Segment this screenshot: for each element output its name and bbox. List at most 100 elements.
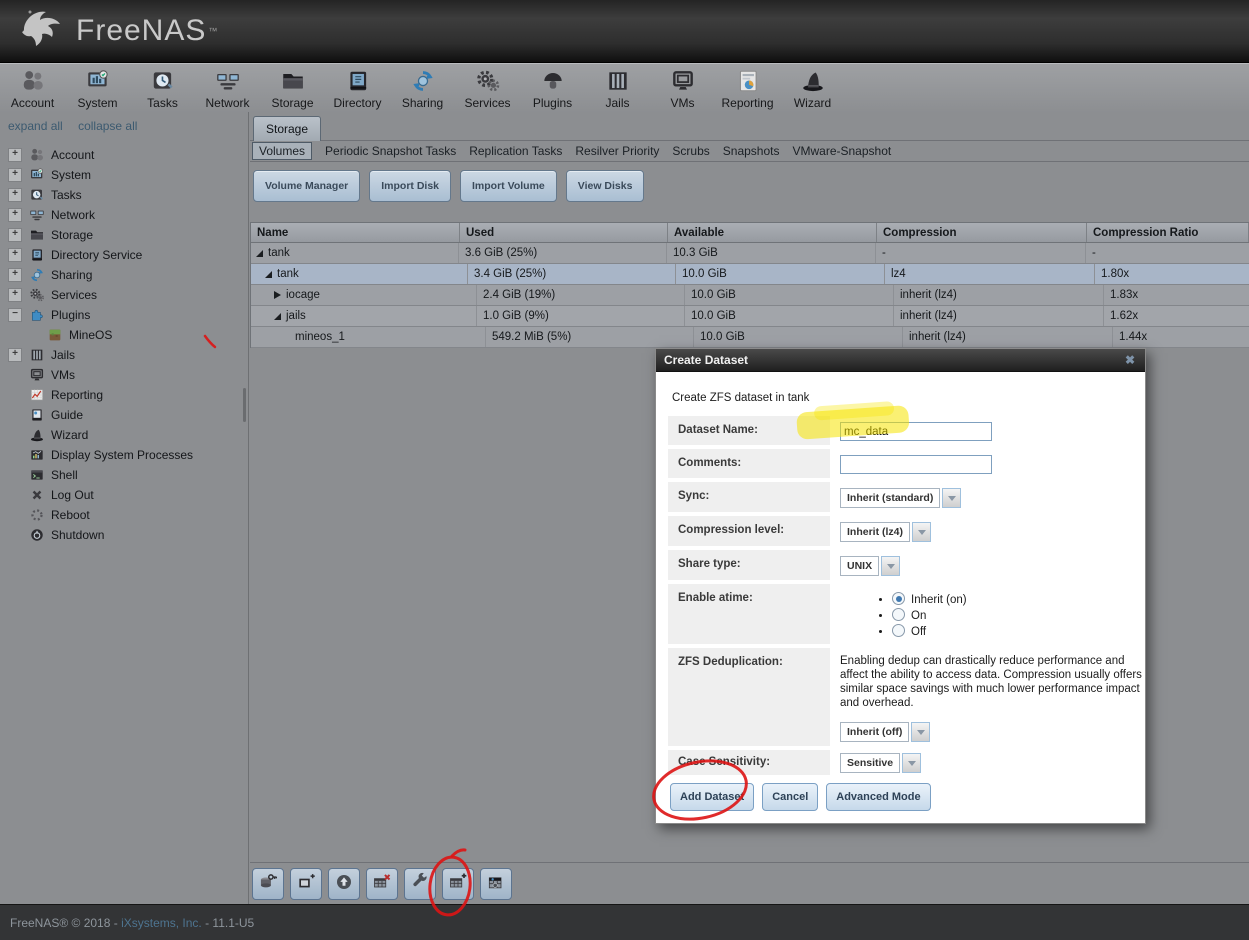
- sidebar-item-services[interactable]: +Services: [0, 285, 248, 305]
- ixsystems-link[interactable]: iXsystems, Inc.: [121, 916, 202, 930]
- subtab-volumes[interactable]: Volumes: [252, 142, 312, 160]
- sidebar-item-sharing[interactable]: +Sharing: [0, 265, 248, 285]
- sidebar-item-system[interactable]: +System: [0, 165, 248, 185]
- destroy-dataset-button[interactable]: [366, 868, 398, 900]
- subtab-scrubs[interactable]: Scrubs: [672, 144, 709, 158]
- radio-on[interactable]: [892, 608, 905, 621]
- column-header-available[interactable]: Available: [668, 223, 877, 242]
- toolbar-item-directory[interactable]: Directory: [325, 64, 390, 115]
- sidebar-item-network[interactable]: +Network: [0, 205, 248, 225]
- compression-dropdown[interactable]: Inherit (lz4): [840, 522, 931, 542]
- expand-plus-icon[interactable]: +: [8, 168, 22, 182]
- sidebar-scrollbar-thumb[interactable]: [243, 388, 246, 422]
- dialog-close-icon[interactable]: ✖: [1125, 353, 1135, 367]
- view-disks-button[interactable]: View Disks: [566, 170, 645, 202]
- advanced-mode-button[interactable]: Advanced Mode: [826, 783, 930, 811]
- toolbar-item-wizard[interactable]: Wizard: [780, 64, 845, 115]
- toolbar-item-jails[interactable]: Jails: [585, 64, 650, 115]
- expand-plus-icon[interactable]: +: [8, 268, 22, 282]
- subtab-periodic-snapshot-tasks[interactable]: Periodic Snapshot Tasks: [325, 144, 456, 158]
- case-sensitivity-dropdown-button[interactable]: [902, 753, 921, 773]
- expand-plus-icon[interactable]: +: [8, 208, 22, 222]
- tree-expanded-icon[interactable]: [274, 313, 281, 320]
- subtab-replication-tasks[interactable]: Replication Tasks: [469, 144, 562, 158]
- tree-expanded-icon[interactable]: [256, 250, 263, 257]
- snapshot-plus-button[interactable]: [290, 868, 322, 900]
- sidebar-item-shell[interactable]: Shell: [0, 465, 248, 485]
- add-dataset-button[interactable]: Add Dataset: [670, 783, 754, 811]
- radio-inherit-on[interactable]: [892, 592, 905, 605]
- toolbar-item-system[interactable]: System: [65, 64, 130, 115]
- toolbar-item-network[interactable]: Network: [195, 64, 260, 115]
- sidebar-item-reporting[interactable]: Reporting: [0, 385, 248, 405]
- volume-lock-button[interactable]: [252, 868, 284, 900]
- sidebar-item-display-system-processes[interactable]: Display System Processes: [0, 445, 248, 465]
- comments-input[interactable]: [840, 455, 992, 474]
- column-header-used[interactable]: Used: [460, 223, 668, 242]
- dataset-name-input[interactable]: [840, 422, 992, 441]
- sidebar-item-mineos[interactable]: MineOS: [0, 325, 248, 345]
- expand-plus-icon[interactable]: +: [8, 248, 22, 262]
- subtab-resilver-priority[interactable]: Resilver Priority: [575, 144, 659, 158]
- volume-manager-button[interactable]: Volume Manager: [253, 170, 360, 202]
- edit-options-button[interactable]: [404, 868, 436, 900]
- column-header-compression[interactable]: Compression: [877, 223, 1087, 242]
- sidebar-item-plugins[interactable]: −Plugins: [0, 305, 248, 325]
- table-row-iocage[interactable]: iocage2.4 GiB (19%)10.0 GiBinherit (lz4)…: [251, 285, 1249, 306]
- toolbar-item-vms[interactable]: VMs: [650, 64, 715, 115]
- expand-plus-icon[interactable]: +: [8, 188, 22, 202]
- case-sensitivity-dropdown[interactable]: Sensitive: [840, 753, 921, 773]
- sidebar-item-vms[interactable]: VMs: [0, 365, 248, 385]
- create-zvol-button[interactable]: [480, 868, 512, 900]
- toolbar-item-plugins[interactable]: Plugins: [520, 64, 585, 115]
- toolbar-item-account[interactable]: Account: [0, 64, 65, 115]
- table-row-mineos-1[interactable]: mineos_1549.2 MiB (5%)10.0 GiBinherit (l…: [251, 327, 1249, 348]
- expand-all-link[interactable]: expand all: [8, 119, 63, 133]
- expand-plus-icon[interactable]: +: [8, 148, 22, 162]
- toolbar-item-storage[interactable]: Storage: [260, 64, 325, 115]
- upgrade-button[interactable]: [328, 868, 360, 900]
- toolbar-item-sharing[interactable]: Sharing: [390, 64, 455, 115]
- table-row-tank[interactable]: tank3.6 GiB (25%)10.3 GiB--: [251, 243, 1249, 264]
- sidebar-item-log-out[interactable]: Log Out: [0, 485, 248, 505]
- toolbar-item-reporting[interactable]: Reporting: [715, 64, 780, 115]
- column-header-name[interactable]: Name: [251, 223, 460, 242]
- import-disk-button[interactable]: Import Disk: [369, 170, 451, 202]
- collapse-minus-icon[interactable]: −: [8, 308, 22, 322]
- import-volume-button[interactable]: Import Volume: [460, 170, 557, 202]
- toolbar-item-services[interactable]: Services: [455, 64, 520, 115]
- sidebar-item-guide[interactable]: Guide: [0, 405, 248, 425]
- radio-off[interactable]: [892, 624, 905, 637]
- expand-plus-icon[interactable]: +: [8, 348, 22, 362]
- subtab-vmware-snapshot[interactable]: VMware-Snapshot: [792, 144, 891, 158]
- sidebar-item-jails[interactable]: +Jails: [0, 345, 248, 365]
- tab-storage[interactable]: Storage: [253, 116, 321, 141]
- sidebar-item-storage[interactable]: +Storage: [0, 225, 248, 245]
- freenas-logo[interactable]: FreeNAS ™: [16, 6, 217, 55]
- sidebar-item-directory-service[interactable]: +Directory Service: [0, 245, 248, 265]
- sidebar-item-reboot[interactable]: Reboot: [0, 505, 248, 525]
- cancel-button[interactable]: Cancel: [762, 783, 818, 811]
- dialog-titlebar[interactable]: Create Dataset ✖: [656, 349, 1145, 372]
- expand-plus-icon[interactable]: +: [8, 228, 22, 242]
- tree-collapsed-icon[interactable]: [274, 291, 281, 299]
- subtab-snapshots[interactable]: Snapshots: [723, 144, 780, 158]
- column-header-compression-ratio[interactable]: Compression Ratio: [1087, 223, 1249, 242]
- sync-dropdown-button[interactable]: [942, 488, 961, 508]
- compression-dropdown-button[interactable]: [912, 522, 931, 542]
- dedup-dropdown-button[interactable]: [911, 722, 930, 742]
- dedup-dropdown[interactable]: Inherit (off): [840, 722, 930, 742]
- share-type-dropdown[interactable]: UNIX: [840, 556, 900, 576]
- expand-plus-icon[interactable]: +: [8, 288, 22, 302]
- sidebar-item-account[interactable]: +Account: [0, 145, 248, 165]
- toolbar-item-tasks[interactable]: Tasks: [130, 64, 195, 115]
- share-type-dropdown-button[interactable]: [881, 556, 900, 576]
- sidebar-item-tasks[interactable]: +Tasks: [0, 185, 248, 205]
- table-row-tank[interactable]: tank3.4 GiB (25%)10.0 GiBlz41.80x: [251, 264, 1249, 285]
- collapse-all-link[interactable]: collapse all: [78, 119, 137, 133]
- sync-dropdown[interactable]: Inherit (standard): [840, 488, 961, 508]
- create-dataset-button[interactable]: [442, 868, 474, 900]
- sidebar-item-shutdown[interactable]: Shutdown: [0, 525, 248, 545]
- sidebar-item-wizard[interactable]: Wizard: [0, 425, 248, 445]
- tree-expanded-icon[interactable]: [265, 271, 272, 278]
